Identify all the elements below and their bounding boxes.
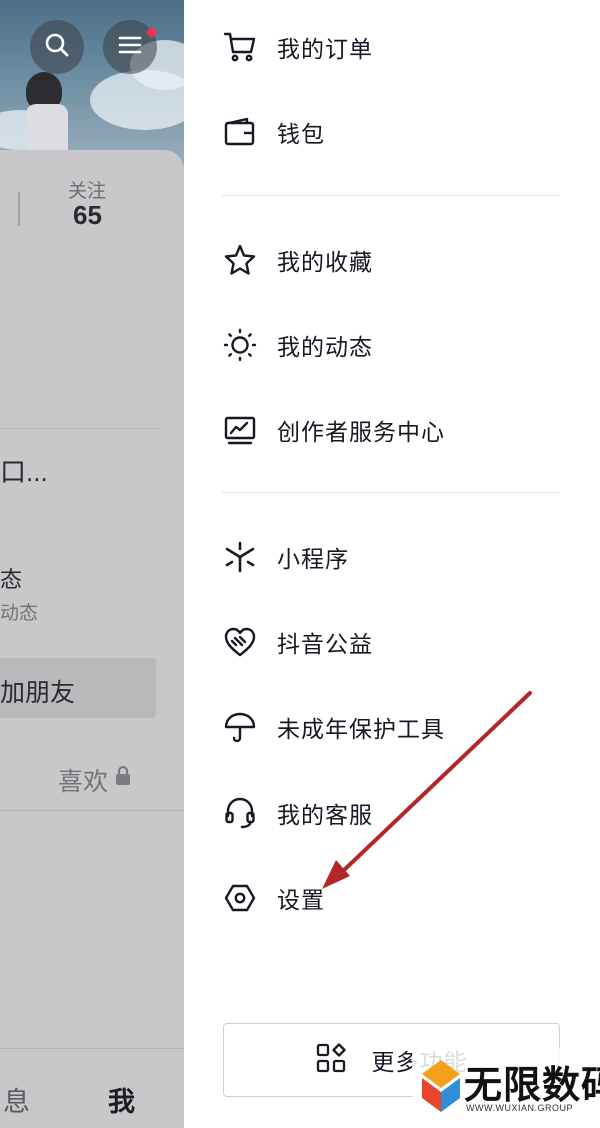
watermark-url: WWW.WUXIAN.GROUP bbox=[466, 1103, 573, 1113]
watermark-brand: 无限数码 bbox=[464, 1065, 600, 1107]
add-friend-label: 加朋友 bbox=[0, 679, 76, 707]
menu-label: 钱包 bbox=[277, 121, 325, 147]
lock-icon bbox=[115, 765, 131, 791]
menu-item-charity[interactable]: 抖音公益 bbox=[222, 612, 572, 672]
shopping-cart-icon bbox=[222, 29, 258, 65]
side-drawer: 我的订单 钱包 我的收藏 我的动态 创作者服务中心 小程序 抖音公益 未成年保护… bbox=[184, 0, 600, 1128]
stat-divider bbox=[18, 192, 20, 226]
menu-item-creator-center[interactable]: 创作者服务中心 bbox=[222, 400, 572, 460]
mini-program-icon bbox=[222, 539, 258, 575]
menu-item-customer-service[interactable]: 我的客服 bbox=[222, 783, 572, 843]
tab-divider bbox=[0, 810, 184, 811]
follow-label[interactable]: 关注 bbox=[68, 176, 106, 203]
menu-label: 抖音公益 bbox=[277, 631, 373, 657]
menu-item-favorites[interactable]: 我的收藏 bbox=[222, 230, 572, 290]
menu-item-orders[interactable]: 我的订单 bbox=[222, 17, 572, 77]
search-icon bbox=[44, 32, 70, 63]
menu-label: 我的订单 bbox=[277, 36, 373, 62]
dynamics-entry-subtitle: 动态 bbox=[0, 603, 39, 624]
grid-apps-icon bbox=[316, 1042, 346, 1078]
menu-label: 设置 bbox=[277, 887, 325, 913]
menu-label: 未成年保护工具 bbox=[277, 716, 445, 742]
headset-icon bbox=[222, 795, 258, 831]
profile-panel-dimmed[interactable]: 关注 65 口... 态 动态 加朋友 喜欢 息 我 bbox=[0, 0, 184, 1128]
umbrella-icon bbox=[222, 709, 258, 745]
notification-dot bbox=[147, 28, 156, 37]
menu-item-minor-protection[interactable]: 未成年保护工具 bbox=[222, 697, 572, 757]
menu-label: 创作者服务中心 bbox=[277, 419, 445, 445]
sun-icon bbox=[222, 327, 258, 363]
site-watermark: 无限数码 WWW.WUXIAN.GROUP bbox=[412, 1048, 600, 1128]
menu-item-wallet[interactable]: 钱包 bbox=[222, 102, 572, 162]
nav-messages[interactable]: 息 bbox=[3, 1080, 30, 1119]
search-button[interactable] bbox=[30, 20, 84, 74]
dynamics-entry-title[interactable]: 态 bbox=[0, 562, 22, 594]
menu-divider bbox=[222, 195, 560, 196]
menu-label: 我的收藏 bbox=[277, 249, 373, 275]
follow-count[interactable]: 65 bbox=[73, 200, 102, 231]
menu-item-mini-programs[interactable]: 小程序 bbox=[222, 527, 572, 587]
menu-label: 我的动态 bbox=[277, 334, 373, 360]
menu-item-my-dynamics[interactable]: 我的动态 bbox=[222, 315, 572, 375]
bio-text: 口... bbox=[0, 457, 48, 487]
star-icon bbox=[222, 242, 258, 278]
hexagon-settings-icon bbox=[222, 880, 258, 916]
profile-banner bbox=[0, 0, 184, 175]
wallet-icon bbox=[222, 114, 258, 150]
menu-label: 我的客服 bbox=[277, 802, 373, 828]
menu-item-settings[interactable]: 设置 bbox=[222, 868, 572, 928]
menu-divider bbox=[222, 492, 560, 493]
watermark-logo bbox=[418, 1056, 464, 1121]
tab-likes[interactable]: 喜欢 bbox=[58, 762, 108, 798]
heart-charity-icon bbox=[222, 624, 258, 660]
menu-icon bbox=[117, 34, 143, 61]
monitor-chart-icon bbox=[222, 412, 258, 448]
profile-card bbox=[0, 150, 184, 1128]
section-divider bbox=[0, 428, 160, 429]
nav-me[interactable]: 我 bbox=[108, 1080, 135, 1119]
bottom-nav-divider bbox=[0, 1048, 184, 1049]
menu-label: 小程序 bbox=[277, 546, 349, 572]
